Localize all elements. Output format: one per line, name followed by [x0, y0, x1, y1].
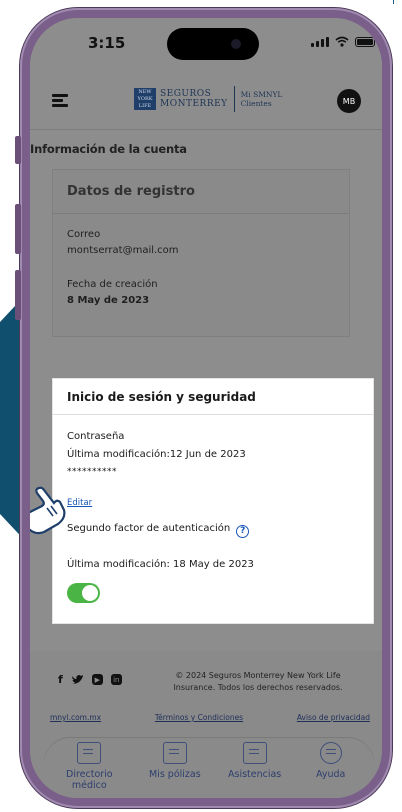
- user-avatar[interactable]: MB: [337, 89, 361, 113]
- email-label: Correo: [67, 229, 101, 240]
- bottom-tab-bar: Directorio médico Mis pólizas Asistencia…: [44, 738, 374, 798]
- two-factor-toggle[interactable]: [67, 583, 100, 603]
- tab-label: Mis pólizas: [149, 769, 201, 780]
- brand-divider: [233, 86, 235, 112]
- top-decoration: [240, 0, 400, 4]
- dynamic-island: [167, 28, 259, 60]
- brand-name: Seguros Monterrey: [160, 89, 228, 109]
- linkedin-icon[interactable]: in: [110, 674, 122, 685]
- footer-link-site[interactable]: mnyl.com.mx: [50, 713, 101, 722]
- security-card-title: Inicio de sesión y seguridad: [53, 379, 373, 415]
- help-icon[interactable]: ?: [236, 524, 250, 538]
- phone-volume-up: [15, 204, 21, 254]
- two-factor-label: Segundo factor de autenticación: [67, 523, 231, 534]
- menu-icon[interactable]: [52, 94, 68, 107]
- registration-card: Datos de registro Correo montserrat@mail…: [53, 170, 349, 336]
- phone-side-button: [15, 136, 21, 164]
- footer-link-terms[interactable]: Términos y Condiciones: [155, 713, 243, 722]
- help-hand-icon: [319, 742, 342, 764]
- brand-logo: NEW YORK LIFE Seguros Monterrey Mi SMNYL C…: [134, 86, 282, 112]
- facebook-icon[interactable]: f: [58, 673, 63, 686]
- page-title: Información de la cuenta: [30, 142, 187, 156]
- edit-password-link[interactable]: Editar: [67, 497, 92, 508]
- footer: f ▶ in © 2024 Seguros Monterrey New York…: [30, 651, 382, 798]
- policy-card-icon: [162, 742, 187, 764]
- tab-help[interactable]: Ayuda: [316, 742, 345, 780]
- app-header: NEW YORK LIFE Seguros Monterrey Mi SMNYL C…: [30, 70, 382, 130]
- registration-card-title: Datos de registro: [53, 170, 349, 214]
- tab-my-policies[interactable]: Mis pólizas: [149, 742, 201, 780]
- copyright-text: © 2024 Seguros Monterrey New York Life I…: [173, 671, 343, 692]
- signal-icon: [311, 37, 329, 47]
- status-icons: [311, 36, 375, 47]
- created-date-value: 8 May de 2023: [67, 295, 150, 306]
- two-factor-modified: Última modificación: 18 May de 2023: [67, 559, 254, 570]
- created-date-label: Fecha de creación: [67, 279, 158, 290]
- password-label: Contraseña: [67, 431, 125, 442]
- phone-screen: 3:15 NEW YORK LIFE Seguros Monterrey: [30, 18, 382, 798]
- tab-assistance[interactable]: Asistencias: [228, 742, 281, 780]
- status-bar: 3:15: [30, 18, 382, 70]
- two-factor-row: Segundo factor de autenticación?: [67, 523, 250, 538]
- toggle-knob: [82, 585, 98, 601]
- brand-logo-mark-icon: NEW YORK LIFE: [134, 88, 156, 110]
- brand-subtitle: Mi SMNYL Clientes: [240, 90, 283, 108]
- tap-gesture-hand-icon: [30, 486, 66, 535]
- assistance-icon: [242, 742, 267, 764]
- twitter-icon[interactable]: [71, 674, 84, 685]
- tab-medical-directory[interactable]: Directorio médico: [66, 742, 113, 791]
- tab-label: Ayuda: [316, 769, 346, 780]
- password-mask: **********: [67, 467, 117, 477]
- phone-volume-down: [15, 270, 21, 320]
- security-card: Inicio de sesión y seguridad Contraseña …: [53, 379, 373, 623]
- status-time: 3:15: [88, 34, 126, 52]
- medical-directory-icon: [77, 742, 102, 764]
- tab-label: Asistencias: [228, 769, 282, 780]
- battery-icon: [355, 37, 375, 47]
- footer-links: mnyl.com.mx Términos y Condiciones Aviso…: [50, 713, 370, 722]
- password-modified: Última modificación:12 Jun de 2023: [67, 449, 246, 460]
- main-content: Información de la cuenta Datos de regist…: [30, 131, 382, 651]
- edit-link-text[interactable]: Editar: [67, 498, 92, 508]
- social-links: f ▶ in: [58, 673, 122, 686]
- wifi-icon: [335, 36, 349, 47]
- youtube-icon[interactable]: ▶: [91, 674, 103, 685]
- footer-link-privacy[interactable]: Aviso de privacidad: [297, 713, 370, 722]
- email-value: montserrat@mail.com: [67, 245, 179, 256]
- tab-label: Directorio médico: [66, 769, 113, 791]
